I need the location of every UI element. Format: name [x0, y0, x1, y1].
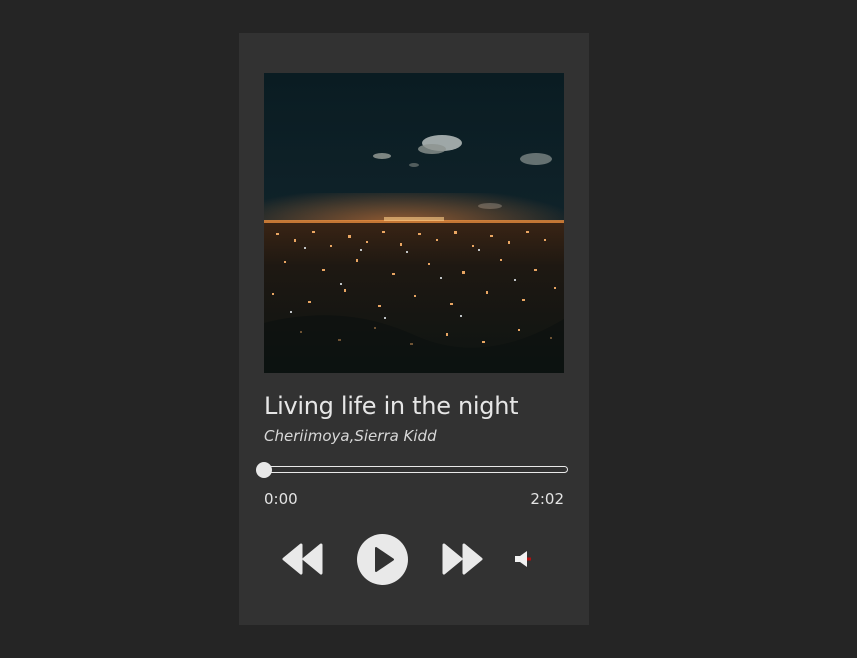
- album-cover: [264, 73, 564, 373]
- volume-button[interactable]: [514, 549, 534, 569]
- music-player-card: Living life in the night Cheriimoya,Sier…: [239, 33, 589, 625]
- rewind-icon: [282, 543, 323, 575]
- current-time: 0:00: [264, 490, 298, 508]
- seek-track[interactable]: [264, 466, 568, 473]
- playback-controls: [239, 533, 589, 587]
- volume-icon: [515, 551, 531, 567]
- total-time: 2:02: [530, 490, 564, 508]
- track-title: Living life in the night: [264, 392, 519, 420]
- play-icon: [357, 534, 408, 585]
- seek-bar[interactable]: [256, 462, 568, 478]
- fast-forward-icon: [442, 543, 483, 575]
- seek-thumb[interactable]: [256, 462, 272, 478]
- rewind-button[interactable]: [282, 542, 324, 576]
- fast-forward-button[interactable]: [441, 542, 483, 576]
- play-button[interactable]: [357, 534, 408, 585]
- track-artist: Cheriimoya,Sierra Kidd: [264, 427, 437, 445]
